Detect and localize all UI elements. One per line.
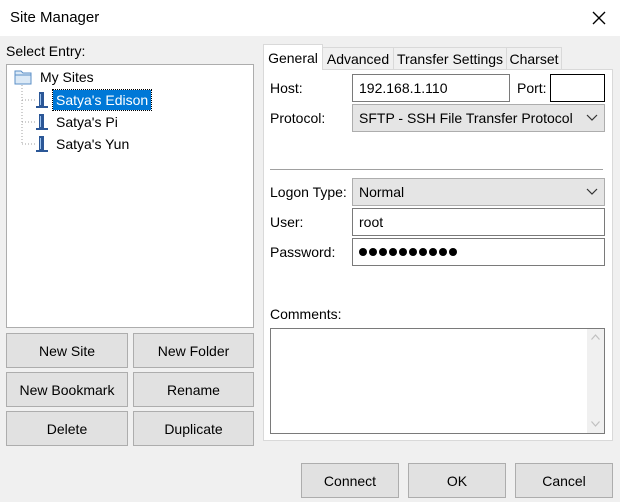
password-mask-dot bbox=[449, 248, 457, 256]
scroll-down-icon bbox=[591, 421, 600, 427]
password-mask-dot bbox=[429, 248, 437, 256]
host-input[interactable]: 192.168.1.110 bbox=[352, 74, 510, 102]
cancel-button[interactable]: Cancel bbox=[515, 463, 613, 498]
new-bookmark-button[interactable]: New Bookmark bbox=[6, 372, 128, 407]
tree-item-label: Satya's Pi bbox=[56, 114, 118, 130]
tree-item-satyas-edison[interactable]: Satya's Edison bbox=[35, 89, 153, 111]
server-icon bbox=[36, 92, 48, 108]
rename-button[interactable]: Rename bbox=[133, 372, 254, 407]
new-site-button[interactable]: New Site bbox=[6, 333, 128, 368]
protocol-label: Protocol: bbox=[270, 110, 326, 126]
close-button[interactable] bbox=[586, 6, 612, 30]
port-label: Port: bbox=[517, 80, 547, 96]
password-mask-dot bbox=[419, 248, 427, 256]
connect-button[interactable]: Connect bbox=[301, 463, 399, 498]
password-mask-dot bbox=[379, 248, 387, 256]
host-label: Host: bbox=[270, 80, 303, 96]
chevron-down-icon bbox=[586, 188, 598, 195]
tree-item-label: Satya's Edison bbox=[51, 89, 153, 111]
tree-item-label: Satya's Yun bbox=[56, 136, 130, 152]
port-input[interactable] bbox=[550, 74, 605, 102]
comments-scrollbar[interactable] bbox=[587, 329, 604, 433]
close-icon bbox=[592, 11, 606, 25]
tree-item-satyas-pi[interactable]: Satya's Pi bbox=[35, 112, 121, 132]
tree-root-my-sites[interactable]: My Sites bbox=[13, 67, 97, 87]
protocol-value: SFTP - SSH File Transfer Protocol bbox=[359, 110, 573, 126]
window-title: Site Manager bbox=[10, 9, 100, 26]
delete-button[interactable]: Delete bbox=[6, 411, 128, 446]
site-tree[interactable]: My Sites Satya's Edison Satya's Pi Satya… bbox=[6, 64, 254, 328]
password-mask-dot bbox=[369, 248, 377, 256]
dialog-footer: Connect OK Cancel bbox=[0, 450, 620, 502]
site-manager-window: Site Manager Select Entry: My Sites Saty… bbox=[0, 0, 620, 502]
section-divider bbox=[270, 169, 603, 170]
tab-transfer-settings[interactable]: Transfer Settings bbox=[393, 47, 507, 70]
server-icon bbox=[36, 136, 48, 152]
tab-charset[interactable]: Charset bbox=[506, 47, 562, 70]
tab-advanced[interactable]: Advanced bbox=[322, 47, 394, 70]
logon-type-value: Normal bbox=[359, 184, 405, 200]
ok-button[interactable]: OK bbox=[408, 463, 506, 498]
tree-root-label: My Sites bbox=[40, 69, 94, 85]
server-icon bbox=[36, 114, 48, 130]
title-bar: Site Manager bbox=[0, 0, 620, 36]
tab-general[interactable]: General bbox=[263, 44, 323, 70]
password-mask-dot bbox=[389, 248, 397, 256]
password-mask-dot bbox=[359, 248, 367, 256]
user-input[interactable]: root bbox=[352, 208, 605, 236]
password-mask-dot bbox=[399, 248, 407, 256]
tree-item-satyas-yun[interactable]: Satya's Yun bbox=[35, 134, 132, 154]
password-label: Password: bbox=[270, 244, 336, 260]
scroll-up-icon bbox=[591, 334, 600, 340]
new-folder-button[interactable]: New Folder bbox=[133, 333, 254, 368]
password-input[interactable] bbox=[352, 238, 605, 266]
protocol-select[interactable]: SFTP - SSH File Transfer Protocol bbox=[352, 104, 605, 132]
user-label: User: bbox=[270, 214, 304, 230]
comments-label: Comments: bbox=[270, 306, 342, 322]
logon-type-label: Logon Type: bbox=[270, 184, 347, 200]
password-mask-dot bbox=[439, 248, 447, 256]
chevron-down-icon bbox=[586, 114, 598, 121]
logon-type-select[interactable]: Normal bbox=[352, 178, 605, 206]
password-mask-dot bbox=[409, 248, 417, 256]
folder-icon bbox=[14, 70, 32, 85]
duplicate-button[interactable]: Duplicate bbox=[133, 411, 254, 446]
comments-textarea[interactable] bbox=[270, 328, 605, 434]
select-entry-label: Select Entry: bbox=[6, 43, 86, 59]
